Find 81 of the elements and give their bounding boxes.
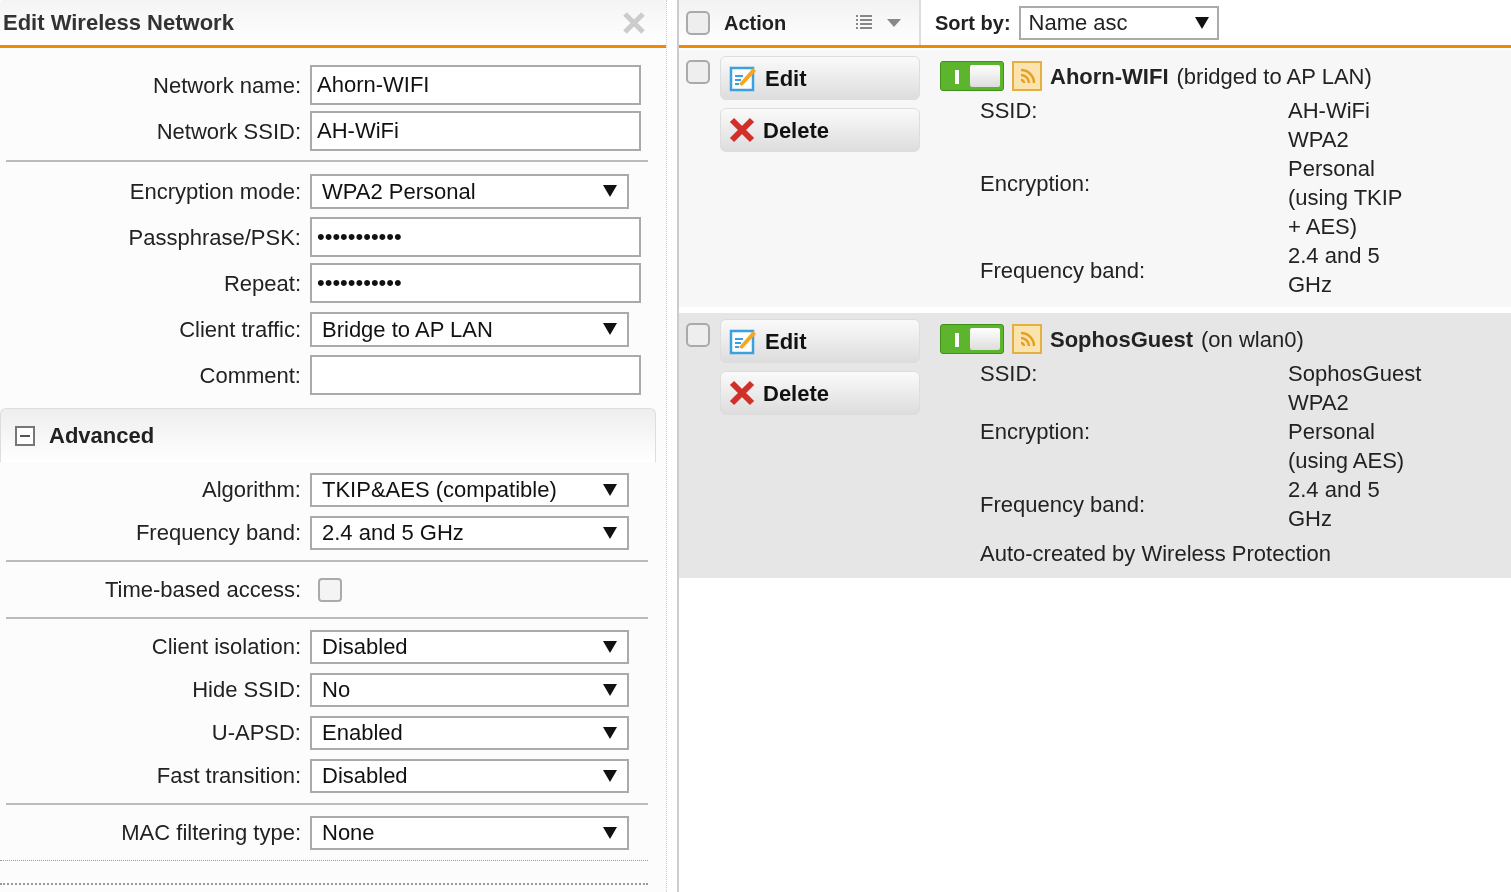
field-label: Encryption mode: xyxy=(128,177,302,206)
edit-button[interactable]: Edit xyxy=(720,319,920,363)
caret-icon xyxy=(603,640,617,653)
dropdown[interactable]: WPA2 Personal xyxy=(310,173,629,209)
dialog-title: Edit Wireless Network xyxy=(3,9,234,37)
network-note: (on wlan0) xyxy=(1201,325,1304,354)
network-name: Ahorn-WIFI xyxy=(1050,62,1169,91)
detail-label: SSID: xyxy=(980,360,1039,388)
caret-icon xyxy=(603,526,617,539)
section-title: Advanced xyxy=(49,422,155,450)
password-field[interactable]: ••••••••••• xyxy=(310,217,641,257)
detail-value: WPA2 Personal (using AES) xyxy=(1288,389,1406,475)
caret-icon xyxy=(887,17,901,28)
detail-value: 2.4 and 5 GHz xyxy=(1288,476,1381,533)
detail-label: Frequency band: xyxy=(980,256,1147,285)
edit-icon xyxy=(729,64,757,92)
input-field[interactable] xyxy=(310,355,641,395)
caret-icon xyxy=(603,726,617,739)
toggle-switch[interactable] xyxy=(940,324,1004,354)
caret-icon xyxy=(603,826,617,839)
delete-icon xyxy=(729,117,755,143)
edit-button[interactable]: Edit xyxy=(720,56,920,100)
field-label: Network SSID: xyxy=(155,117,302,146)
network-name: SophosGuest xyxy=(1050,325,1193,354)
sort-dropdown[interactable]: Name asc xyxy=(1018,5,1219,40)
checkbox[interactable] xyxy=(686,60,710,84)
dropdown[interactable]: None xyxy=(310,815,629,850)
field-label: MAC filtering type: xyxy=(120,819,302,847)
detail-value: AH-WiFi xyxy=(1288,97,1371,125)
caret-icon xyxy=(603,769,617,782)
column-title: Action xyxy=(724,10,787,36)
input-field[interactable]: AH-WiFi xyxy=(310,111,641,151)
close-icon[interactable] xyxy=(622,10,646,35)
detail-value: WPA2 Personal (using TKIP + AES) xyxy=(1288,126,1404,241)
dropdown[interactable]: No xyxy=(310,672,629,707)
field-label: Hide SSID: xyxy=(191,676,302,704)
password-field[interactable]: ••••••••••• xyxy=(310,263,641,303)
toggle-switch[interactable] xyxy=(940,61,1004,91)
field-label: Fast transition: xyxy=(155,762,302,790)
dropdown[interactable]: TKIP&AES (compatible) xyxy=(310,472,629,507)
field-label: Repeat: xyxy=(222,269,302,298)
dropdown[interactable]: Enabled xyxy=(310,715,629,750)
caret-icon xyxy=(603,185,617,197)
detail-label: Encryption: xyxy=(980,169,1092,198)
detail-value: 2.4 and 5 GHz xyxy=(1288,242,1381,299)
field-label: Client isolation: xyxy=(150,633,302,661)
detail-label: Encryption: xyxy=(980,418,1092,446)
checkbox[interactable] xyxy=(686,10,710,35)
caret-icon xyxy=(603,323,617,335)
field-label: U-APSD: xyxy=(210,719,302,747)
detail-label: Frequency band: xyxy=(980,490,1147,519)
field-label: Client traffic: xyxy=(178,315,302,344)
dropdown[interactable]: Bridge to AP LAN xyxy=(310,311,629,347)
caret-icon xyxy=(1194,16,1209,29)
section-header[interactable]: Advanced xyxy=(0,408,656,462)
delete-button[interactable]: Delete xyxy=(720,371,920,415)
caret-icon xyxy=(603,483,617,496)
list-icon[interactable] xyxy=(855,13,873,32)
network-note: (bridged to AP LAN) xyxy=(1176,62,1372,91)
checkbox[interactable] xyxy=(318,577,342,602)
edit-icon xyxy=(729,327,757,355)
field-label: Passphrase/PSK: xyxy=(127,223,302,252)
input-field[interactable]: Ahorn-WIFI xyxy=(310,65,641,105)
delete-icon xyxy=(729,380,755,406)
field-label: Frequency band: xyxy=(134,519,302,547)
detail-value: SophosGuest xyxy=(1288,360,1422,388)
field-label: Time-based access: xyxy=(103,576,302,604)
field-label: Network name: xyxy=(152,71,302,100)
wifi-icon xyxy=(1012,61,1042,91)
network-comment: Auto-created by Wireless Protection xyxy=(980,540,1332,568)
field-label: Algorithm: xyxy=(200,476,302,504)
dropdown[interactable]: 2.4 and 5 GHz xyxy=(310,515,629,550)
caret-icon xyxy=(603,683,617,696)
wifi-icon xyxy=(1012,324,1042,354)
field-label: Comment: xyxy=(198,361,302,390)
dropdown[interactable]: Disabled xyxy=(310,629,629,664)
sort-label: Sort by: xyxy=(935,10,1011,36)
delete-button[interactable]: Delete xyxy=(720,108,920,152)
detail-label: SSID: xyxy=(980,97,1039,125)
dropdown[interactable]: Disabled xyxy=(310,758,629,793)
checkbox[interactable] xyxy=(686,323,710,347)
